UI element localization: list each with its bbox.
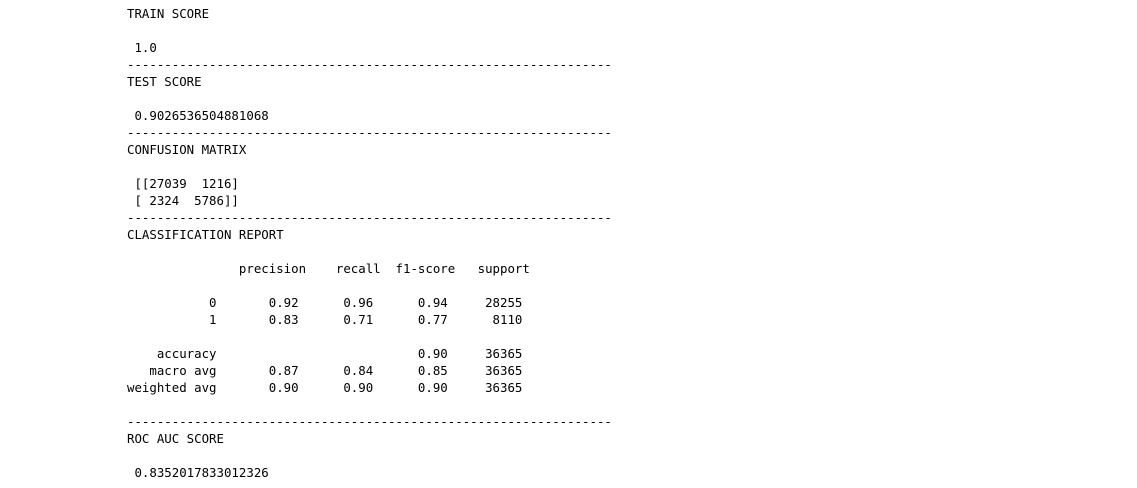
roc-auc-value: 0.8352017833012326 [127, 465, 269, 480]
classification-report-weighted-avg: weighted avg 0.90 0.90 0.90 36365 [127, 380, 523, 395]
classification-report-header: CLASSIFICATION REPORT [127, 227, 284, 242]
test-score-value: 0.9026536504881068 [127, 108, 269, 123]
classification-report-row: 0 0.92 0.96 0.94 28255 [127, 295, 523, 310]
classification-report-macro-avg: macro avg 0.87 0.84 0.85 36365 [127, 363, 523, 378]
test-score-header: TEST SCORE [127, 74, 202, 89]
separator-line: ----------------------------------------… [127, 57, 612, 72]
classification-report-columns: precision recall f1-score support [127, 261, 530, 276]
separator-line: ----------------------------------------… [127, 125, 612, 140]
cell-output: TRAIN SCORE 1.0 ------------------------… [127, 5, 612, 481]
roc-auc-header: ROC AUC SCORE [127, 431, 224, 446]
confusion-matrix-row: [[27039 1216] [127, 176, 239, 191]
classification-report-row: 1 0.83 0.71 0.77 8110 [127, 312, 523, 327]
separator-line: ----------------------------------------… [127, 414, 612, 429]
confusion-matrix-header: CONFUSION MATRIX [127, 142, 247, 157]
train-score-header: TRAIN SCORE [127, 6, 210, 21]
separator-line: ----------------------------------------… [127, 210, 612, 225]
train-score-value: 1.0 [127, 40, 157, 55]
classification-report-accuracy: accuracy 0.90 36365 [127, 346, 523, 361]
confusion-matrix-row: [ 2324 5786]] [127, 193, 239, 208]
